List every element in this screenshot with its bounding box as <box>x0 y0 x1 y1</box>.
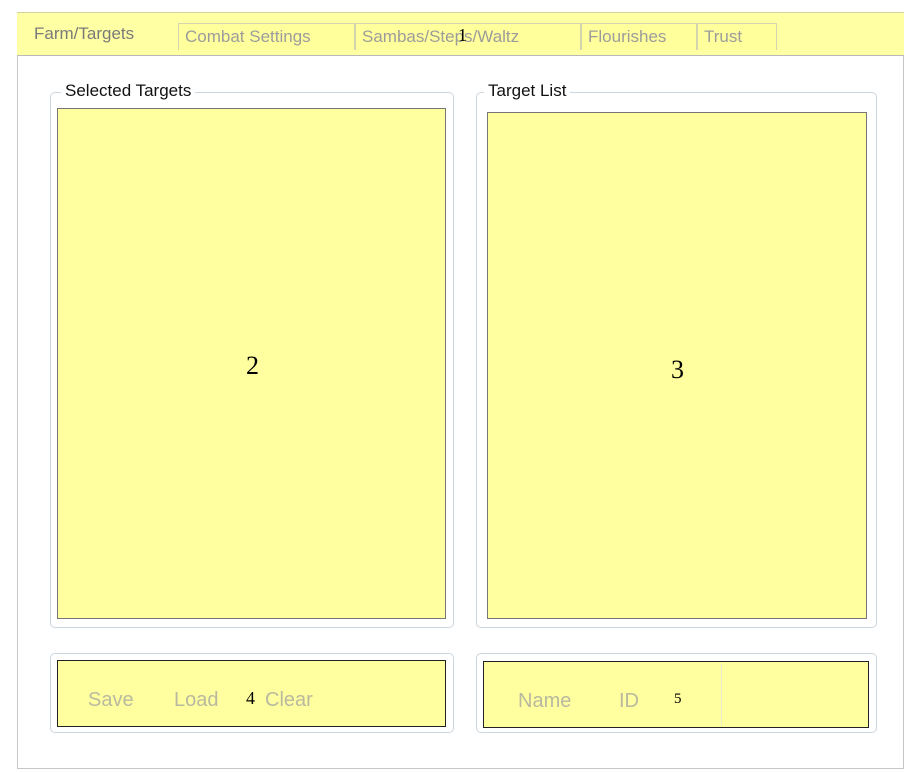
tab-flourishes[interactable]: Flourishes <box>581 23 697 50</box>
name-button[interactable]: Name <box>518 690 571 712</box>
load-button[interactable]: Load <box>174 689 219 711</box>
file-actions-bar: Save Load 4 Clear <box>57 660 446 727</box>
marker-2: 2 <box>246 351 259 380</box>
target-list-group: 3 <box>476 92 877 628</box>
selected-targets-title: Selected Targets <box>61 81 196 101</box>
marker-5: 5 <box>674 691 682 707</box>
marker-1: 1 <box>458 25 467 45</box>
tab-sambas-steps-waltz[interactable]: Sambas/Steps/Waltz <box>355 23 581 50</box>
tab-combat-settings[interactable]: Combat Settings <box>178 23 355 50</box>
target-list[interactable]: 3 <box>487 112 867 619</box>
selected-targets-group: 2 <box>50 92 454 628</box>
marker-4: 4 <box>246 688 255 708</box>
clear-button[interactable]: Clear <box>265 689 313 711</box>
tab-trust[interactable]: Trust <box>697 23 777 50</box>
filter-actions-group: Name ID 5 <box>476 653 877 733</box>
id-button[interactable]: ID <box>619 690 639 712</box>
filter-actions-bar: Name ID 5 <box>483 661 869 728</box>
tab-farm-targets[interactable]: Farm/Targets <box>28 19 178 50</box>
tab-panel: 2 Selected Targets 3 Target List Save Lo… <box>17 55 904 769</box>
save-button[interactable]: Save <box>88 689 134 711</box>
file-actions-group: Save Load 4 Clear <box>50 653 454 733</box>
target-list-title: Target List <box>484 81 571 101</box>
marker-3: 3 <box>671 355 684 384</box>
bar-divider <box>721 664 722 725</box>
selected-targets-list[interactable]: 2 <box>57 108 446 619</box>
